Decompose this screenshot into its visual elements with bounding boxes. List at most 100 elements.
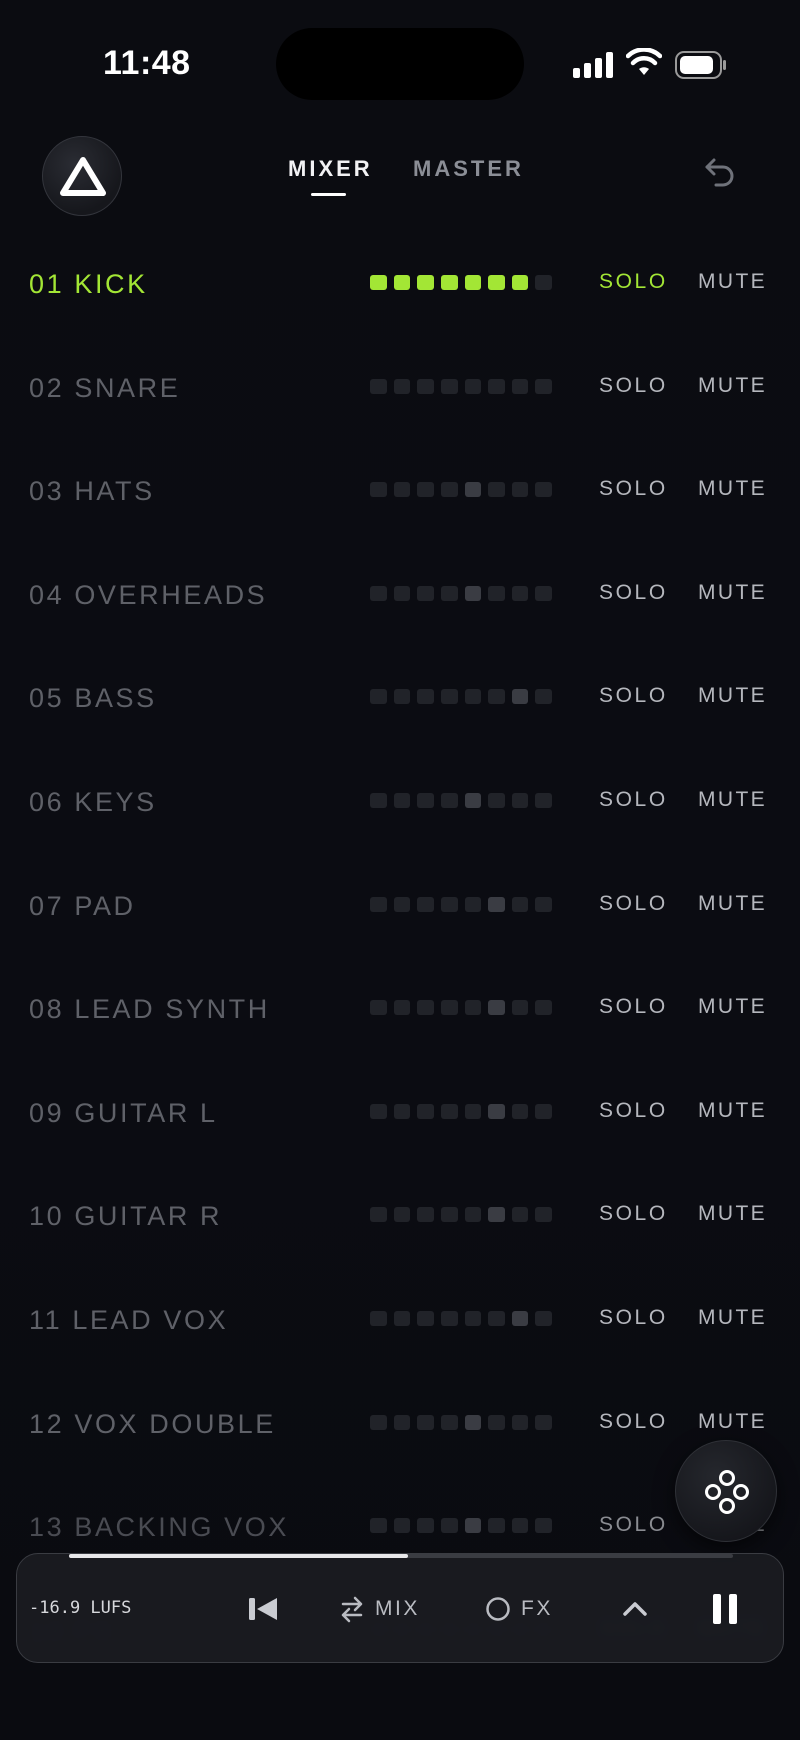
mix-button[interactable]: MIX <box>339 1584 420 1634</box>
swap-arrows-icon <box>341 1596 363 1623</box>
wifi-icon <box>626 48 662 75</box>
mute-button[interactable]: MUTE <box>698 1306 767 1330</box>
app-logo-button[interactable] <box>42 136 122 216</box>
level-meter <box>370 1207 552 1223</box>
solo-button[interactable]: SOLO <box>599 581 668 605</box>
routing-fab-button[interactable] <box>675 1440 777 1542</box>
meter-segment <box>488 1103 505 1119</box>
meter-segment <box>370 793 387 808</box>
meter-segment <box>440 1207 458 1223</box>
meter-segment <box>370 1414 387 1430</box>
meter-segment <box>511 689 529 705</box>
solo-button[interactable]: SOLO <box>599 892 668 916</box>
channel-row[interactable]: 10 GUITAR R SOLO MUTE <box>0 1187 800 1247</box>
meter-segment <box>370 896 387 912</box>
solo-button[interactable]: SOLO <box>599 995 668 1019</box>
fx-button[interactable]: FX <box>485 1584 553 1634</box>
solo-button[interactable]: SOLO <box>599 1099 668 1123</box>
expand-button[interactable] <box>621 1584 649 1634</box>
skip-back-button[interactable] <box>247 1584 279 1634</box>
channel-row[interactable]: 01 KICK SOLO MUTE <box>0 255 800 315</box>
channel-row[interactable]: 05 BASS SOLO MUTE <box>0 669 800 729</box>
meter-segment <box>535 378 552 394</box>
channel-name: 09 GUITAR L <box>29 1097 218 1128</box>
pause-button[interactable] <box>711 1584 739 1634</box>
meter-segment <box>488 1311 505 1326</box>
meter-segment <box>488 793 505 808</box>
meter-segment <box>440 1311 458 1326</box>
meter-segment <box>440 585 458 601</box>
meter-segment <box>440 896 458 912</box>
meter-segment <box>488 1414 505 1430</box>
meter-segment <box>535 1311 552 1326</box>
mute-button[interactable]: MUTE <box>698 892 767 916</box>
solo-button[interactable]: SOLO <box>599 684 668 708</box>
channel-name: 05 BASS <box>29 683 157 714</box>
meter-segment <box>440 1000 458 1016</box>
meter-segment <box>488 585 505 601</box>
meter-segment <box>511 1311 529 1326</box>
meter-segment <box>393 689 411 705</box>
meter-segment <box>511 1414 529 1430</box>
mute-button[interactable]: MUTE <box>698 477 767 501</box>
solo-button[interactable]: SOLO <box>599 1513 668 1537</box>
loudness-readout: -16.9 LUFS <box>29 1598 132 1618</box>
meter-segment <box>440 482 458 498</box>
mute-button[interactable]: MUTE <box>698 684 767 708</box>
channel-row[interactable]: 11 LEAD VOX SOLO MUTE <box>0 1291 800 1351</box>
channel-row[interactable]: 06 KEYS SOLO MUTE <box>0 773 800 833</box>
channel-name: 03 HATS <box>29 476 155 507</box>
channel-row[interactable]: 04 OVERHEADS SOLO MUTE <box>0 566 800 626</box>
playback-progress-fill <box>69 1554 408 1558</box>
solo-button[interactable]: SOLO <box>599 270 668 294</box>
channel-name: 06 KEYS <box>29 787 157 817</box>
tab-master[interactable]: MASTER <box>413 156 524 182</box>
mute-button[interactable]: MUTE <box>698 581 767 605</box>
cellular-signal-icon <box>573 52 613 78</box>
meter-segment <box>393 378 411 394</box>
solo-button[interactable]: SOLO <box>599 788 668 812</box>
mute-button[interactable]: MUTE <box>698 1410 767 1434</box>
meter-segment <box>370 378 387 394</box>
channel-row[interactable]: 12 VOX DOUBLE SOLO MUTE <box>0 1395 800 1455</box>
solo-button[interactable]: SOLO <box>599 1306 668 1330</box>
meter-segment <box>464 482 482 498</box>
level-meter <box>370 793 552 809</box>
channel-row[interactable]: 07 PAD SOLO MUTE <box>0 877 800 937</box>
meter-segment <box>464 1000 482 1016</box>
meter-segment <box>440 378 458 394</box>
meter-segment <box>370 689 387 705</box>
meter-segment <box>393 1414 411 1430</box>
solo-button[interactable]: SOLO <box>599 1410 668 1434</box>
meter-segment <box>440 275 458 290</box>
mute-button[interactable]: MUTE <box>698 1202 767 1226</box>
mute-button[interactable]: MUTE <box>698 995 767 1019</box>
meter-segment <box>464 275 482 290</box>
mute-button[interactable]: MUTE <box>698 788 767 812</box>
meter-segment <box>417 378 434 394</box>
channel-row[interactable]: 08 LEAD SYNTH SOLO MUTE <box>0 980 800 1040</box>
meter-segment <box>370 1103 387 1119</box>
channel-row[interactable]: 02 SNARE SOLO MUTE <box>0 359 800 419</box>
chevron-up-icon <box>623 1602 647 1616</box>
undo-icon[interactable] <box>702 154 738 190</box>
meter-segment <box>535 482 552 498</box>
solo-button[interactable]: SOLO <box>599 1202 668 1226</box>
meter-segment <box>511 585 529 601</box>
playback-progress-bar[interactable] <box>69 1554 733 1558</box>
solo-button[interactable]: SOLO <box>599 477 668 501</box>
mute-button[interactable]: MUTE <box>698 1099 767 1123</box>
mute-button[interactable]: MUTE <box>698 374 767 398</box>
meter-segment <box>370 1000 387 1016</box>
meter-segment <box>464 1414 482 1430</box>
channel-name: 02 SNARE <box>29 372 181 403</box>
meter-segment <box>417 1103 434 1119</box>
channel-row[interactable]: 03 HATS SOLO MUTE <box>0 462 800 522</box>
channel-name: 11 LEAD VOX <box>29 1305 229 1335</box>
channel-row[interactable]: 09 GUITAR L SOLO MUTE <box>0 1084 800 1144</box>
mute-button[interactable]: MUTE <box>698 270 767 294</box>
level-meter <box>370 689 552 705</box>
tab-mixer[interactable]: MIXER <box>288 156 373 182</box>
meter-segment <box>535 793 552 808</box>
solo-button[interactable]: SOLO <box>599 374 668 398</box>
